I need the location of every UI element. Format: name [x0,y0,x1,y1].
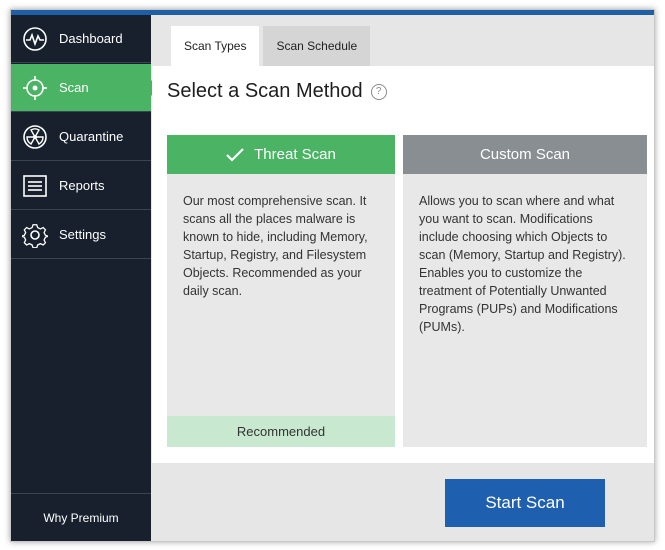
custom-scan-description: Allows you to scan where and what you wa… [419,194,626,334]
threat-scan-label: Threat Scan [254,146,336,163]
why-premium-link[interactable]: Why Premium [11,493,151,541]
app-window: Dashboard Scan Quarantine Reports Settin… [10,9,655,542]
sidebar-item-quarantine[interactable]: Quarantine [11,113,151,161]
custom-scan-card[interactable]: Custom Scan Allows you to scan where and… [403,135,647,447]
sidebar-item-label: Settings [59,227,106,242]
sidebar-item-label: Reports [59,178,105,193]
tab-scan-schedule[interactable]: Scan Schedule [263,26,371,66]
gear-icon [22,222,48,248]
custom-scan-label: Custom Scan [479,146,571,163]
tab-scan-types[interactable]: Scan Types [171,26,260,66]
page-title-text: Select a Scan Method [167,80,363,102]
sidebar-item-settings[interactable]: Settings [11,211,151,259]
page-title: Select a Scan Method ? [167,80,387,103]
sidebar-item-label: Scan [59,80,89,95]
tab-bar: Scan Types Scan Schedule [171,26,371,66]
scan-method-panel: Select a Scan Method ? Threat Scan Our m… [152,66,654,463]
threat-scan-header[interactable]: Threat Scan [167,135,395,174]
start-scan-button[interactable]: Start Scan [445,479,605,527]
pulse-icon [22,26,48,52]
sidebar-item-scan[interactable]: Scan [11,64,159,112]
recommended-badge: Recommended [167,416,395,447]
sidebar-item-label: Dashboard [59,31,123,46]
sidebar: Dashboard Scan Quarantine Reports Settin… [11,15,159,541]
threat-scan-description: Our most comprehensive scan. It scans al… [183,194,368,298]
help-icon[interactable]: ? [370,83,387,100]
sidebar-item-label: Quarantine [59,129,124,144]
sidebar-item-dashboard[interactable]: Dashboard [11,15,151,63]
sidebar-item-reports[interactable]: Reports [11,162,151,210]
list-icon [22,173,48,199]
checkmark-icon [226,147,244,162]
radiation-icon [22,124,48,150]
crosshair-icon [22,75,48,101]
threat-scan-card[interactable]: Threat Scan Our most comprehensive scan.… [167,135,395,447]
custom-scan-header[interactable]: Custom Scan [403,135,647,174]
